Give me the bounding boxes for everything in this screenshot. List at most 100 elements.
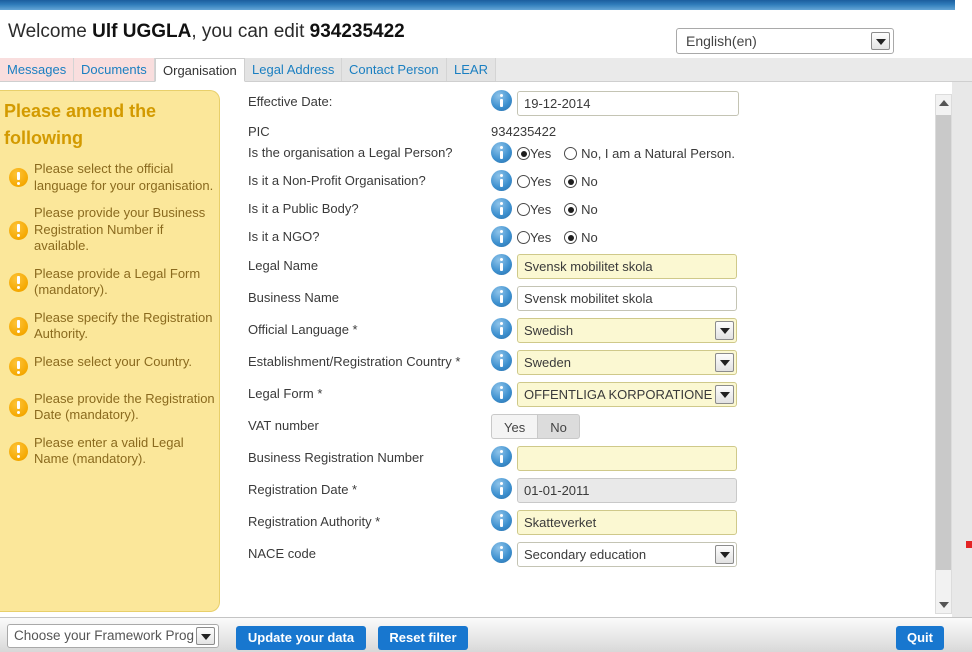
tab-legal-address[interactable]: Legal Address [245,58,343,81]
legal-form-value: OFFENTLIGA KORPORATIONE [524,387,713,402]
warning-icon [9,357,28,376]
tab-organisation[interactable]: Organisation [155,58,245,82]
country-select[interactable]: Sweden [517,350,737,375]
warning-text: Please provide the Registration Date (ma… [34,390,215,423]
warning-item: Please select the official language for … [4,161,216,194]
nace-code-value: Secondary education [524,547,647,562]
radio-label-yes: Yes [530,202,552,217]
radio-public-body-no[interactable] [564,203,578,216]
info-icon[interactable] [491,254,512,275]
radio-label-yes: Yes [530,230,552,245]
radio-label-yes: Yes [530,146,552,161]
radio-label-yes: Yes [530,174,552,189]
user-name: Ulf UGGLA [92,21,192,42]
tab-lear[interactable]: LEAR [447,58,496,81]
tab-contact-person[interactable]: Contact Person [342,58,447,81]
radio-non-profit-yes[interactable] [517,175,530,188]
organisation-form: Effective Date: 19-12-2014 PIC 934235422… [232,82,935,617]
label-business-registration-number: Business Registration Number [248,450,424,465]
radio-public-body-yes[interactable] [517,203,530,216]
info-icon[interactable] [491,286,512,307]
warning-text: Please provide a Legal Form (mandatory). [34,265,201,298]
info-icon[interactable] [491,382,512,403]
tab-documents[interactable]: Documents [74,58,155,81]
warning-text: Please enter a valid Legal Name (mandato… [34,434,184,467]
nace-code-select[interactable]: Secondary education [517,542,737,567]
label-effective-date: Effective Date: [248,94,333,109]
vat-no-button[interactable]: No [537,414,580,439]
top-blue-bar [0,0,955,10]
language-select[interactable]: English(en) [676,28,894,54]
radio-legal-person-yes[interactable] [517,147,530,160]
scroll-down-icon[interactable] [936,596,951,613]
chevron-down-icon[interactable] [196,627,215,645]
info-icon[interactable] [491,142,512,163]
bottom-toolbar: Choose your Framework Program [0,617,972,652]
radio-legal-person-no[interactable] [564,147,578,160]
chevron-down-icon[interactable] [871,32,890,50]
label-business-name: Business Name [248,290,340,305]
info-icon[interactable] [491,90,512,111]
label-legal-name: Legal Name [248,258,319,273]
chevron-down-icon[interactable] [715,545,734,564]
radio-label-no: No [581,174,598,189]
info-icon[interactable] [491,478,512,499]
info-icon[interactable] [491,318,512,339]
effective-date-input[interactable]: 19-12-2014 [517,91,739,116]
warning-icon [9,168,28,187]
label-legal-person: Is the organisation a Legal Person? [248,145,453,160]
warning-item: Please specify the Registration Authorit… [4,310,216,343]
info-icon[interactable] [491,198,512,219]
quit-button[interactable]: Quit [896,626,944,650]
vat-yes-button[interactable]: Yes [491,414,538,439]
form-scrollbar[interactable] [935,94,952,614]
radio-label-no: No [581,230,598,245]
label-legal-form: Legal Form * [248,386,323,401]
scroll-up-icon[interactable] [936,95,951,112]
main-content: Please amend the following Please select… [0,82,972,617]
error-indicator [966,541,972,548]
ngo-radio-group: Yes No [517,228,598,247]
business-name-input[interactable]: Svensk mobilitet skola [517,286,737,311]
info-icon[interactable] [491,226,512,247]
radio-non-profit-no[interactable] [564,175,578,188]
registration-date-input[interactable]: 01-01-2011 [517,478,737,503]
update-your-data-button[interactable]: Update your data [236,626,366,650]
info-icon[interactable] [491,170,512,191]
vat-number-toggle: Yes No [491,414,580,439]
tab-messages[interactable]: Messages [0,58,75,81]
tab-bar: Messages Documents Organisation Legal Addre… [0,58,972,82]
radio-ngo-yes[interactable] [517,231,530,244]
info-icon[interactable] [491,446,512,467]
public-body-radio-group: Yes No [517,200,598,219]
chevron-down-icon[interactable] [715,385,734,404]
legal-person-radio-group: Yes No, I am a Natural Person. [517,144,735,163]
label-ngo: Is it a NGO? [248,229,320,244]
info-icon[interactable] [491,542,512,563]
info-icon[interactable] [491,510,512,531]
legal-name-input[interactable]: Svensk mobilitet skola [517,254,737,279]
label-registration-authority: Registration Authority * [248,514,381,529]
warning-text: Please specify the Registration Authorit… [34,309,213,342]
info-icon[interactable] [491,350,512,371]
warning-item: Please provide the Registration Date (ma… [4,391,216,424]
official-language-select[interactable]: Swedish [517,318,737,343]
radio-ngo-no[interactable] [564,231,578,244]
chevron-down-icon[interactable] [715,353,734,372]
warning-icon [9,441,28,461]
welcome-message: Welcome Ulf UGGLA, you can edit 93423542… [8,21,405,43]
radio-label-no: No, I am a Natural Person. [581,146,735,161]
legal-form-select[interactable]: OFFENTLIGA KORPORATIONE [517,382,737,407]
warning-icon [9,272,28,292]
chevron-down-icon[interactable] [715,321,734,340]
label-non-profit: Is it a Non-Profit Organisation? [248,173,426,188]
registration-authority-input[interactable]: Skatteverket [517,510,737,535]
warning-text: Please select the official language for … [34,161,214,193]
label-pic: PIC [248,124,270,139]
business-registration-number-input[interactable] [517,446,737,471]
framework-program-select[interactable]: Choose your Framework Program [7,624,219,648]
amend-warnings-panel: Please amend the following Please select… [0,90,220,612]
language-select-value: English(en) [686,33,757,49]
scrollbar-thumb[interactable] [936,115,951,570]
reset-filter-button[interactable]: Reset filter [378,626,468,650]
